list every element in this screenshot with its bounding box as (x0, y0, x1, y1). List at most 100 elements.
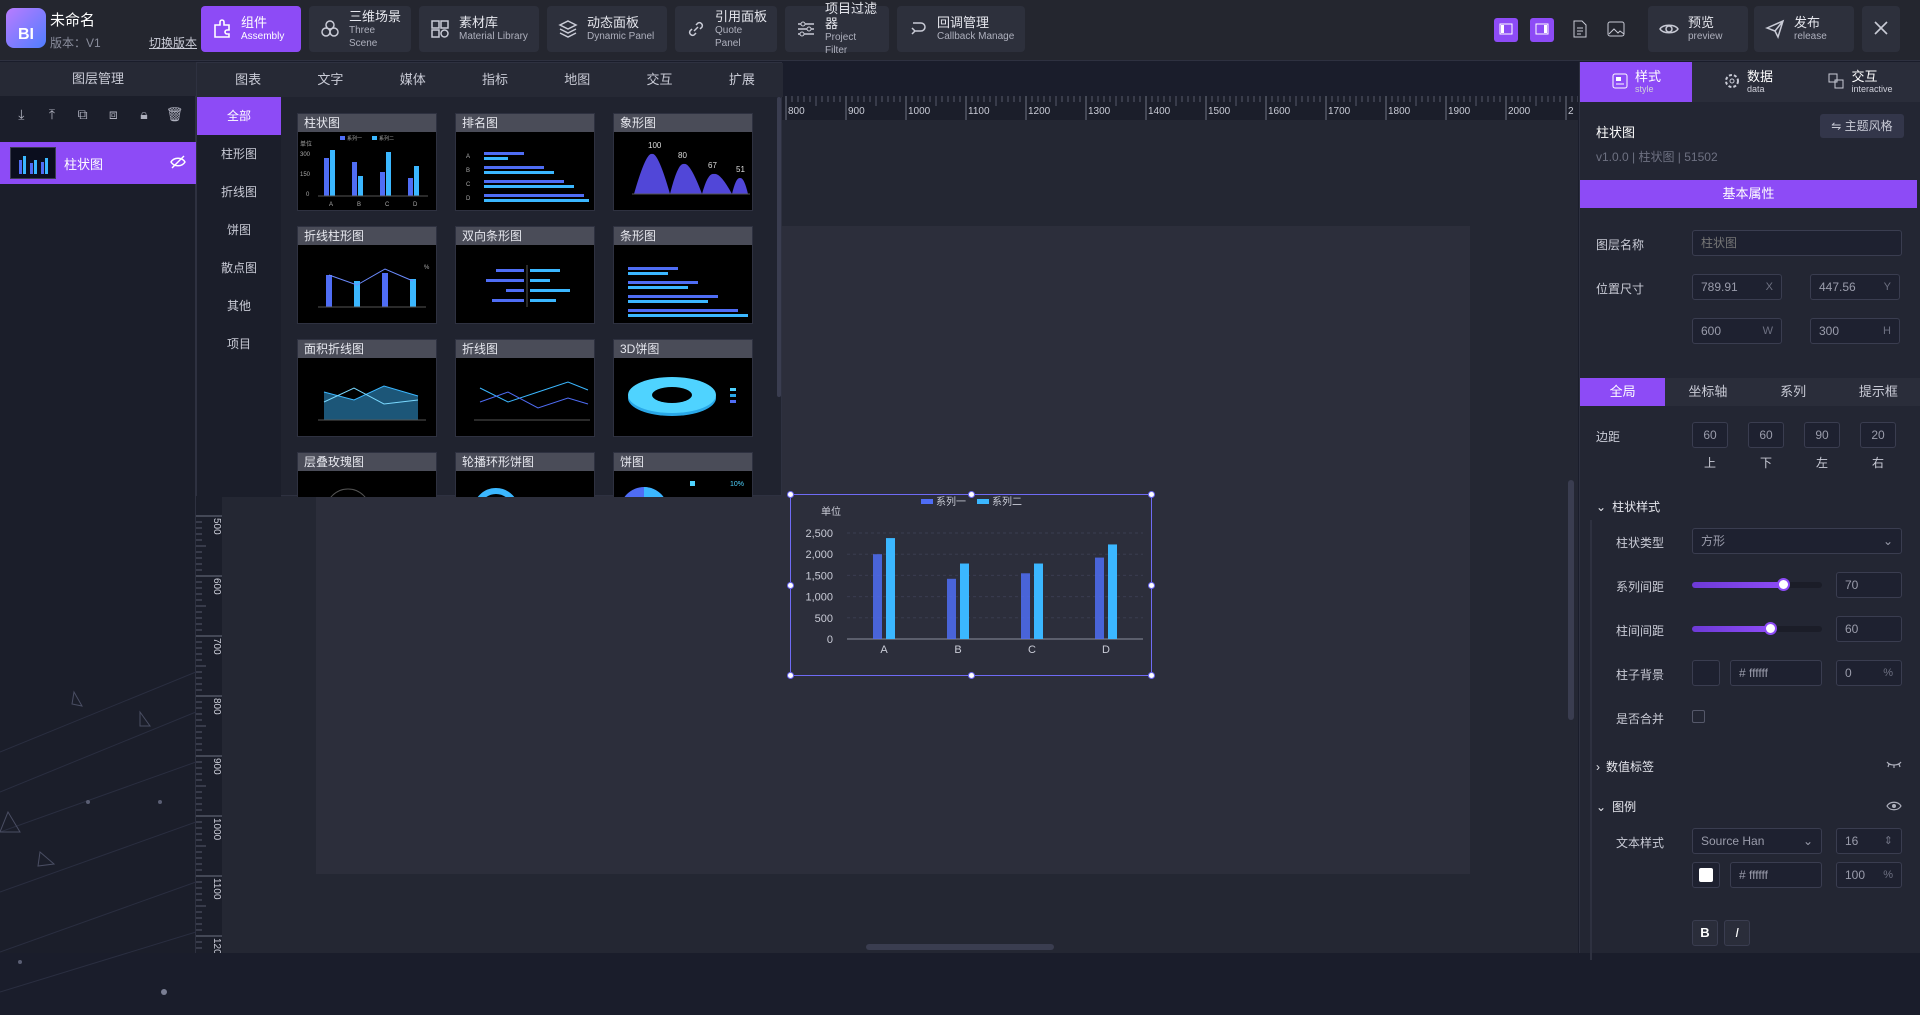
stepper-icon[interactable]: ⇕ (1884, 829, 1893, 853)
basic-properties-header[interactable]: 基本属性 (1580, 180, 1917, 208)
card-stacked-rose-chart[interactable]: 层叠玫瑰图 (297, 452, 437, 497)
switch-version-link[interactable]: 切换版本 (149, 34, 197, 51)
slider-knob[interactable] (1764, 622, 1777, 635)
text-color-swatch[interactable] (1692, 862, 1720, 888)
tab-map[interactable]: 地图 (536, 63, 618, 97)
card-line-bar-chart[interactable]: 折线柱形图 % (297, 226, 437, 324)
toggle-right-panel-button[interactable] (1530, 18, 1554, 42)
bar-gap-input[interactable]: 60 (1836, 616, 1902, 642)
subtab-global[interactable]: 全局 (1580, 378, 1666, 406)
series-gap-slider[interactable] (1692, 578, 1822, 591)
tool-project-filter-button[interactable]: 项目过滤器 Project Filter (785, 1, 889, 56)
resize-handle[interactable] (1148, 491, 1155, 498)
resize-handle[interactable] (968, 491, 975, 498)
tab-text[interactable]: 文字 (289, 63, 371, 97)
release-button[interactable]: 发布 release (1754, 6, 1854, 52)
legend-section[interactable]: ⌄ 图例 (1596, 798, 1636, 815)
tab-interactive[interactable]: 交互 interactive (1804, 62, 1916, 102)
subtab-series[interactable]: 系列 (1751, 378, 1836, 406)
component-scrollbar[interactable] (777, 97, 781, 397)
copy-icon[interactable]: ⧉ (72, 106, 94, 136)
card-pie-chart[interactable]: 饼图 10% (613, 452, 753, 497)
bold-button[interactable]: B (1692, 920, 1718, 946)
resize-handle[interactable] (968, 672, 975, 679)
tool-three-scene-button[interactable]: 三维场景 Three Scene (309, 6, 411, 52)
width-input[interactable]: 600 W (1692, 318, 1782, 344)
category-pie[interactable]: 饼图 (197, 211, 281, 249)
eye-off-icon[interactable] (1886, 758, 1902, 773)
preview-button[interactable]: 预览 preview (1648, 6, 1748, 52)
tab-indicator[interactable]: 指标 (454, 63, 536, 97)
height-input[interactable]: 300 H (1810, 318, 1900, 344)
tool-quote-panel-button[interactable]: 引用面板 Quote Panel (675, 6, 777, 52)
canvas-horizontal-scrollbar[interactable] (866, 944, 1054, 950)
close-button[interactable] (1862, 6, 1900, 52)
resize-handle[interactable] (1148, 672, 1155, 679)
card-horizontal-bar-chart[interactable]: 条形图 (613, 226, 753, 324)
margin-bottom-input[interactable]: 60 (1748, 422, 1784, 448)
card-pictorial-chart[interactable]: 象形图 100 80 67 51 (613, 113, 753, 211)
merge-checkbox[interactable] (1692, 710, 1705, 723)
bar-style-section[interactable]: ⌄ 柱状样式 (1596, 498, 1660, 515)
tool-material-library-button[interactable]: 素材库 Material Library (419, 6, 539, 52)
toggle-left-panel-button[interactable] (1494, 18, 1518, 42)
bar-chart-component[interactable]: 系列一 系列二 单位 0 500 1,000 1,500 2,000 2,500 A B C D (787, 491, 1155, 679)
card-area-line-chart[interactable]: 面积折线图 (297, 339, 437, 437)
resize-handle[interactable] (787, 491, 794, 498)
category-scatter[interactable]: 散点图 (197, 249, 281, 287)
card-bar-chart[interactable]: 柱状图 单位 系列一 系列二 300 150 0 A B C D (297, 113, 437, 211)
tool-dynamic-panel-button[interactable]: 动态面板 Dynamic Panel (547, 6, 667, 52)
tab-interaction[interactable]: 交互 (618, 63, 700, 97)
eye-off-icon[interactable] (170, 155, 186, 172)
bar-type-select[interactable]: 方形 ⌄ (1692, 528, 1902, 554)
resize-handle[interactable] (787, 582, 794, 589)
bar-background-color-swatch[interactable] (1692, 660, 1720, 686)
layer-item-bar-chart[interactable]: 柱状图 (0, 142, 196, 184)
theme-style-button[interactable]: ⇋ 主题风格 (1820, 114, 1904, 138)
font-size-input[interactable]: 16 ⇕ (1836, 828, 1902, 854)
layer-name-input[interactable] (1692, 230, 1902, 256)
margin-right-input[interactable]: 20 (1860, 422, 1896, 448)
series-gap-input[interactable]: 70 (1836, 572, 1902, 598)
category-line[interactable]: 折线图 (197, 173, 281, 211)
move-up-icon[interactable]: ⤒ (41, 106, 63, 136)
slider-knob[interactable] (1777, 578, 1790, 591)
eye-icon[interactable] (1886, 800, 1902, 815)
move-down-icon[interactable]: ⤓ (10, 106, 32, 136)
tab-chart[interactable]: 图表 (207, 63, 289, 97)
text-opacity-input[interactable]: 100% (1836, 862, 1902, 888)
margin-left-input[interactable]: 90 (1804, 422, 1840, 448)
canvas-vertical-scrollbar[interactable] (1568, 480, 1574, 720)
data-label-section[interactable]: › 数值标签 (1596, 758, 1654, 775)
tab-media[interactable]: 媒体 (372, 63, 454, 97)
tab-style[interactable]: 样式 style (1580, 62, 1692, 102)
card-carousel-ring-chart[interactable]: 轮播环形饼图 (455, 452, 595, 497)
lock-icon[interactable]: 🔒︎ (133, 106, 155, 136)
subtab-axis[interactable]: 坐标轴 (1665, 378, 1750, 406)
y-input[interactable]: 447.56 Y (1810, 274, 1900, 300)
card-line-chart[interactable]: 折线图 (455, 339, 595, 437)
group-icon[interactable]: ⧈ (102, 106, 124, 136)
trash-icon[interactable]: 🗑︎ (164, 106, 186, 136)
project-name[interactable]: 未命名 (50, 9, 95, 30)
x-input[interactable]: 789.91 X (1692, 274, 1782, 300)
bar-gap-slider[interactable] (1692, 622, 1822, 635)
subtab-tooltip[interactable]: 提示框 (1836, 378, 1920, 406)
italic-button[interactable]: I (1724, 920, 1750, 946)
tool-callback-manage-button[interactable]: 回调管理 Callback Manage (897, 6, 1025, 52)
image-button[interactable] (1604, 18, 1628, 42)
card-ranking-chart[interactable]: 排名图 A B C D (455, 113, 595, 211)
category-project[interactable]: 项目 (197, 325, 281, 363)
resize-handle[interactable] (1148, 582, 1155, 589)
resize-handle[interactable] (787, 672, 794, 679)
margin-top-input[interactable]: 60 (1692, 422, 1728, 448)
category-bar[interactable]: 柱形图 (197, 135, 281, 173)
card-two-way-bar-chart[interactable]: 双向条形图 (455, 226, 595, 324)
category-other[interactable]: 其他 (197, 287, 281, 325)
tab-extension[interactable]: 扩展 (701, 63, 783, 97)
tool-assembly-button[interactable]: 组件 Assembly (201, 6, 301, 52)
bar-background-hex-input[interactable]: # ffffff (1730, 660, 1822, 686)
tab-data[interactable]: 数据 data (1692, 62, 1804, 102)
card-3d-pie-chart[interactable]: 3D饼图 (613, 339, 753, 437)
bar-background-opacity-input[interactable]: 0% (1836, 660, 1902, 686)
